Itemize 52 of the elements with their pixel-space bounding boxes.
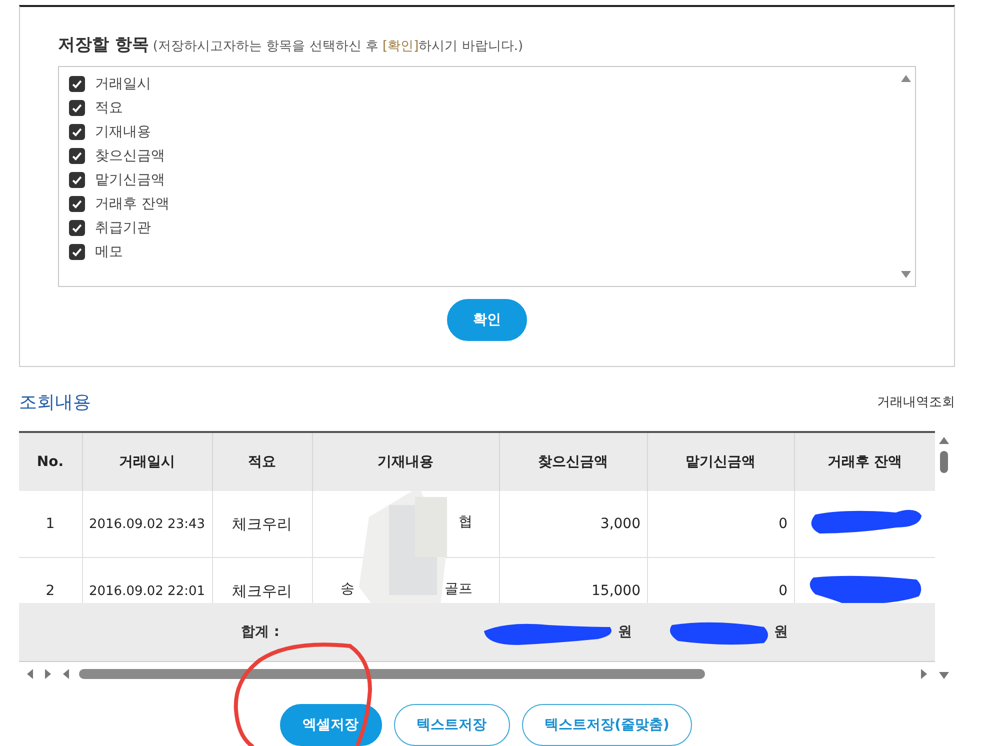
memo-text: 골프 <box>444 580 472 598</box>
scroll-right-icon[interactable] <box>43 668 53 680</box>
column-header: No. <box>19 432 82 491</box>
table-cell: 체크우리 <box>212 491 312 558</box>
checkbox-label: 적요 <box>95 99 123 117</box>
scroll-right-icon[interactable] <box>919 668 929 680</box>
horizontal-scrollbar-thumb[interactable] <box>79 669 705 679</box>
checkbox-label: 맡기신금액 <box>95 171 165 189</box>
scroll-left-icon[interactable] <box>61 668 71 680</box>
save-button[interactable]: 텍스트저장 <box>394 704 510 746</box>
table-cell: 0 <box>647 491 794 558</box>
table-cell: 3,000 <box>499 491 647 558</box>
checkbox[interactable] <box>69 124 85 140</box>
checkbox[interactable] <box>69 244 85 260</box>
total-label: 합계 : <box>241 623 280 641</box>
column-header: 맡기신금액 <box>647 432 794 491</box>
checkbox[interactable] <box>69 100 85 116</box>
checkbox[interactable] <box>69 172 85 188</box>
checkbox-label: 취급기관 <box>95 219 151 237</box>
save-button[interactable]: 엑셀저장 <box>280 704 382 746</box>
scroll-up-icon[interactable] <box>938 435 950 445</box>
scroll-left-icon[interactable] <box>25 668 35 680</box>
column-header: 기재내용 <box>312 432 499 491</box>
vertical-scrollbar-thumb[interactable] <box>940 451 948 473</box>
checkbox-label: 거래일시 <box>95 75 151 93</box>
scroll-down-icon[interactable] <box>900 270 912 280</box>
section-title: 조회내용 <box>19 391 91 414</box>
column-header: 거래일시 <box>82 432 212 491</box>
table-cell: 2016.09.02 23:43 <box>82 491 212 558</box>
checkbox-label: 기재내용 <box>95 123 151 141</box>
currency-unit: 원 <box>618 623 632 641</box>
transaction-history-link[interactable]: 거래내역조회 <box>877 393 955 411</box>
checkbox[interactable] <box>69 76 85 92</box>
currency-unit: 원 <box>774 623 788 641</box>
checkbox-label: 메모 <box>95 243 123 261</box>
save-button[interactable]: 텍스트저장(줄맞춤) <box>522 704 692 746</box>
column-header: 찾으신금액 <box>499 432 647 491</box>
memo-text: 협 <box>458 513 472 531</box>
checkbox[interactable] <box>69 220 85 236</box>
checkbox[interactable] <box>69 148 85 164</box>
column-header: 적요 <box>212 432 312 491</box>
confirm-button[interactable]: 확인 <box>447 299 527 341</box>
checkbox-label: 찾으신금액 <box>95 147 165 165</box>
scroll-down-icon[interactable] <box>938 671 950 681</box>
checkbox[interactable] <box>69 196 85 212</box>
memo-text: 송 <box>340 580 354 598</box>
instruction-text: (저장하시고자하는 항목을 선택하신 후 [확인]하시기 바랍니다.) <box>152 38 524 55</box>
scroll-up-icon[interactable] <box>900 73 912 83</box>
checkbox-label: 거래후 잔액 <box>95 195 170 213</box>
column-header: 거래후 잔액 <box>794 432 935 491</box>
table-cell: 1 <box>19 491 82 558</box>
panel-title: 저장할 항목 <box>58 34 149 56</box>
